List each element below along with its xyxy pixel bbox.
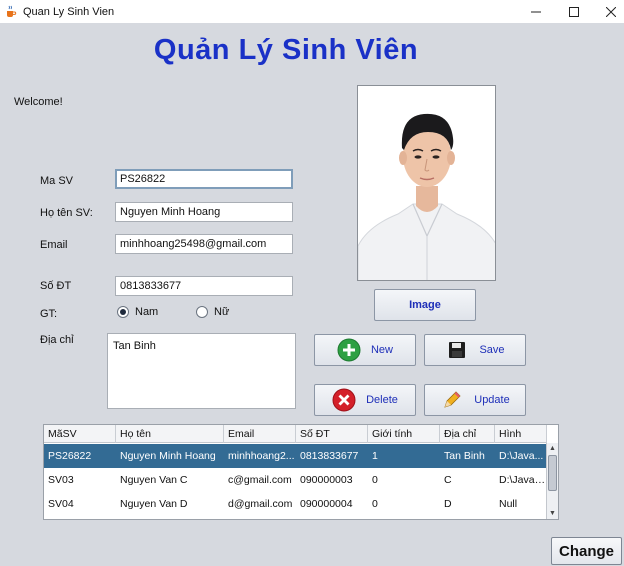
diachi-label: Địa chỉ: [40, 334, 74, 346]
delete-button[interactable]: Delete: [314, 384, 416, 416]
table-cell: 090000003: [300, 474, 353, 486]
floppy-disk-icon: [445, 338, 469, 362]
table-cell: d@gmail.com: [228, 498, 293, 510]
window-title: Quan Ly Sinh Vien: [23, 5, 115, 18]
new-button[interactable]: New: [314, 334, 416, 366]
gender-label: GT:: [40, 308, 58, 320]
table-cell: 0813833677: [300, 450, 359, 462]
table-cell: SV03: [48, 474, 74, 486]
radio-unselected-icon: [196, 306, 208, 318]
column-header[interactable]: Giới tính: [368, 425, 440, 443]
minimize-button[interactable]: [517, 0, 555, 23]
table-row[interactable]: SV04 Nguyen Van D d@gmail.com 090000004 0 D Nu…: [44, 492, 547, 516]
scroll-up-icon[interactable]: ▲: [547, 443, 558, 454]
update-button[interactable]: Update: [424, 384, 526, 416]
pencil-icon: [440, 388, 464, 412]
save-button-label: Save: [479, 344, 505, 356]
student-photo: [357, 85, 496, 281]
column-header[interactable]: Địa chỉ: [440, 425, 495, 443]
table-cell: PS26822: [48, 450, 92, 462]
table-row[interactable]: PS26822 Nguyen Minh Hoang minhhoang2... 081…: [44, 444, 547, 468]
save-button[interactable]: Save: [424, 334, 526, 366]
hoten-input[interactable]: Nguyen Minh Hoang: [115, 202, 293, 222]
sodt-label: Số ĐT: [40, 280, 72, 292]
vertical-scrollbar[interactable]: ▲ ▼: [546, 443, 558, 519]
table-cell: c@gmail.com: [228, 474, 292, 486]
column-header[interactable]: Họ tên: [116, 425, 224, 443]
sodt-input[interactable]: 0813833677: [115, 276, 293, 296]
update-button-label: Update: [474, 394, 510, 406]
table-cell: 0: [372, 498, 378, 510]
gender-male-radio[interactable]: Nam: [117, 306, 158, 318]
welcome-label: Welcome!: [14, 96, 63, 108]
portrait-image: [358, 86, 495, 280]
hoten-label: Họ tên SV:: [40, 207, 93, 219]
table-cell: SV04: [48, 498, 74, 510]
table-cell: 1: [372, 450, 378, 462]
close-icon: [606, 6, 616, 17]
masv-input[interactable]: PS26822: [115, 169, 293, 189]
email-label: Email: [40, 239, 68, 251]
masv-label: Ma SV: [40, 175, 74, 187]
maximize-button[interactable]: [555, 0, 593, 23]
table-header: MãSV Họ tên Email Số ĐT Giới tính Địa chỉ Hình: [44, 425, 547, 443]
gender-female-radio[interactable]: Nữ: [196, 306, 229, 318]
table-cell: Null: [499, 498, 518, 510]
page-heading: Quản Lý Sinh Viên: [153, 34, 419, 66]
table-cell: D:\Java...: [499, 450, 544, 462]
table-cell: Nguyen Van D: [120, 498, 188, 510]
table-cell: 0: [372, 474, 378, 486]
change-button[interactable]: Change: [551, 537, 622, 565]
student-table[interactable]: MãSV Họ tên Email Số ĐT Giới tính Địa chỉ Hình…: [43, 424, 559, 520]
email-input[interactable]: minhhoang25498@gmail.com: [115, 234, 293, 254]
table-cell: C: [444, 474, 452, 486]
new-button-label: New: [370, 344, 393, 356]
image-button[interactable]: Image: [374, 289, 476, 321]
java-cup-icon: [4, 5, 17, 18]
table-row[interactable]: SV03 Nguyen Van C c@gmail.com 090000003 0 C D:…: [44, 468, 547, 492]
table-cell: minhhoang2...: [228, 450, 295, 462]
column-header[interactable]: Số ĐT: [296, 425, 368, 443]
column-header[interactable]: Hình: [495, 425, 547, 443]
close-button[interactable]: [592, 0, 624, 23]
delete-button-label: Delete: [366, 394, 398, 406]
gender-female-label: Nữ: [214, 306, 230, 318]
image-button-label: Image: [409, 299, 441, 311]
maximize-icon: [569, 6, 579, 17]
table-cell: D:\Java_...: [499, 474, 547, 486]
table-cell: Nguyen Van C: [120, 474, 188, 486]
scrollbar-thumb[interactable]: [548, 455, 557, 491]
gender-male-label: Nam: [135, 306, 159, 318]
table-cell: Nguyen Minh Hoang: [120, 450, 216, 462]
plus-circle-icon: [337, 338, 361, 362]
x-circle-icon: [332, 388, 356, 412]
radio-selected-icon: [117, 306, 129, 318]
table-cell: 090000004: [300, 498, 353, 510]
table-cell: Tan Binh: [444, 450, 485, 462]
minimize-icon: [531, 11, 541, 12]
column-header[interactable]: Email: [224, 425, 296, 443]
scroll-down-icon[interactable]: ▼: [547, 508, 558, 519]
diachi-textarea[interactable]: Tan Binh: [107, 333, 296, 409]
table-cell: D: [444, 498, 452, 510]
title-bar: Quan Ly Sinh Vien: [0, 0, 624, 23]
main-panel: Quản Lý Sinh Viên Welcome! Ma SV PS26822…: [0, 23, 624, 566]
column-header[interactable]: MãSV: [44, 425, 116, 443]
